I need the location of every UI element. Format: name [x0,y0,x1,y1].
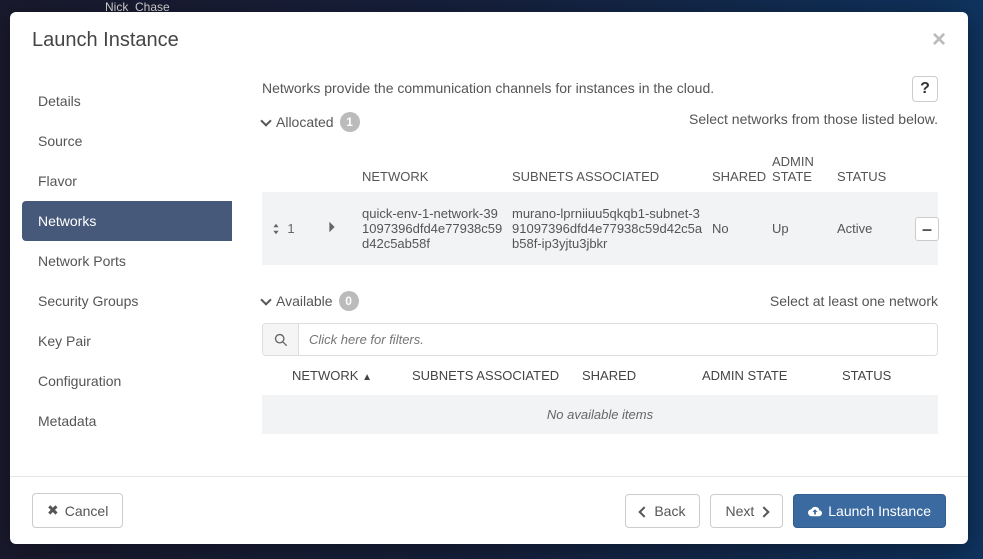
close-icon[interactable]: × [932,28,946,52]
available-count-badge: 0 [339,291,359,311]
sidebar-item-metadata[interactable]: Metadata [22,401,232,441]
x-icon: ✖ [47,502,59,519]
chevron-down-icon [262,293,270,309]
search-icon[interactable] [263,324,299,355]
chevron-right-icon [325,220,339,234]
available-table-header: NETWORK ▲ SUBNETS ASSOCIATED SHARED ADMI… [262,356,938,395]
modal-title: Launch Instance [32,29,179,52]
col-status: STATUS [837,169,907,184]
sort-icon [269,222,283,236]
sidebar-item-networks[interactable]: Networks [22,201,232,241]
allocated-row: 1 quick-env-1-network-391097396dfd4e7793… [262,192,938,265]
sidebar-item-source[interactable]: Source [22,121,232,161]
sidebar-item-key-pair[interactable]: Key Pair [22,321,232,361]
modal-footer: ✖ Cancel Back Next Launch Instance [10,476,968,544]
launch-instance-modal: Launch Instance × Details Source Flavor … [10,12,968,544]
networks-panel: ? Networks provide the communication cha… [232,66,968,476]
col-shared: SHARED [712,169,772,184]
filter-input[interactable] [299,324,937,355]
panel-description: Networks provide the communication chann… [262,80,938,96]
col-status[interactable]: STATUS [842,368,942,383]
col-subnets: SUBNETS ASSOCIATED [512,169,712,184]
expand-row[interactable] [302,220,362,237]
col-admin[interactable]: ADMIN STATE [702,368,842,383]
col-shared[interactable]: SHARED [582,368,702,383]
sidebar-item-security-groups[interactable]: Security Groups [22,281,232,321]
reorder-handle[interactable]: 1 [262,221,302,236]
select-at-least-one-hint: Select at least one network [770,293,938,309]
col-subnets[interactable]: SUBNETS ASSOCIATED [412,368,582,383]
modal-body: Details Source Flavor Networks Network P… [10,66,968,476]
sidebar-item-configuration[interactable]: Configuration [22,361,232,401]
help-icon[interactable]: ? [912,76,938,102]
row-shared: No [712,221,772,236]
remove-network-button[interactable]: – [915,217,939,241]
row-order: 1 [287,221,294,236]
row-network: quick-env-1-network-391097396dfd4e77938c… [362,206,512,251]
launch-instance-button[interactable]: Launch Instance [793,494,946,528]
row-status: Active [837,221,907,236]
available-header-row: Available 0 Select at least one network [262,283,938,319]
allocated-header-row: Allocated 1 Select networks from those l… [262,104,938,140]
col-admin: ADMIN STATE [772,154,837,184]
footer-right: Back Next Launch Instance [625,494,946,528]
chevron-down-icon [262,114,270,130]
available-label: Available [276,293,333,309]
filter-bar [262,323,938,356]
sidebar-item-network-ports[interactable]: Network Ports [22,241,232,281]
available-toggle[interactable]: Available 0 [262,291,359,311]
row-subnets: murano-lprniiuu5qkqb1-subnet-391097396df… [512,206,712,251]
chevron-right-icon [760,503,768,519]
sidebar-item-flavor[interactable]: Flavor [22,161,232,201]
allocated-toggle[interactable]: Allocated 1 [262,112,360,132]
wizard-sidebar: Details Source Flavor Networks Network P… [22,66,232,476]
back-button[interactable]: Back [625,494,700,528]
allocated-count-badge: 1 [340,112,360,132]
next-button[interactable]: Next [710,494,783,528]
row-admin: Up [772,221,837,236]
available-empty-message: No available items [262,395,938,434]
chevron-left-icon [640,503,648,519]
cancel-button[interactable]: ✖ Cancel [32,493,123,528]
modal-header: Launch Instance × [10,12,968,66]
sort-asc-icon: ▲ [362,372,372,383]
sidebar-item-details[interactable]: Details [22,81,232,121]
allocated-table-header: NETWORK SUBNETS ASSOCIATED SHARED ADMIN … [262,144,938,192]
allocated-label: Allocated [276,114,334,130]
cloud-upload-icon [808,504,822,518]
select-networks-hint: Select networks from those listed below. [689,111,938,127]
col-network[interactable]: NETWORK ▲ [292,368,412,383]
col-network: NETWORK [362,169,512,184]
